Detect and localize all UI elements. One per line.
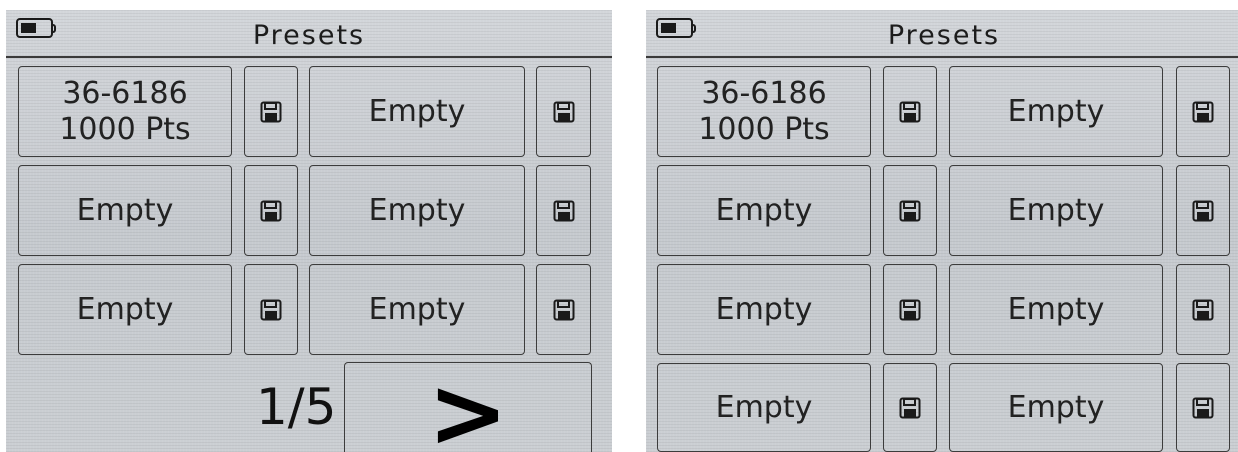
floppy-disk-icon xyxy=(553,299,574,320)
save-preset-3-button[interactable] xyxy=(244,165,298,256)
preset-screen-page-1: Presets 36-6186 1000 Pts Empty Empty Emp… xyxy=(6,10,612,452)
floppy-disk-icon xyxy=(1192,397,1214,418)
preset-name: 36-6186 xyxy=(701,76,827,112)
save-preset-4-button[interactable] xyxy=(1176,165,1230,256)
floppy-disk-icon xyxy=(260,101,282,122)
floppy-disk-icon xyxy=(1192,299,1214,320)
title-bar: Presets xyxy=(646,10,1238,58)
floppy-disk-icon xyxy=(1192,101,1214,122)
title-bar: Presets xyxy=(6,10,612,58)
next-arrow-icon: > xyxy=(427,356,509,452)
preset-screen-page-2: Presets 36-6186 1000 Pts Empty Empty Emp… xyxy=(646,10,1238,452)
save-preset-6-button[interactable] xyxy=(1176,264,1230,355)
preset-slot-2[interactable]: Empty xyxy=(309,66,525,157)
preset-slot-8[interactable]: Empty xyxy=(949,363,1163,452)
preset-slot-7[interactable]: Empty xyxy=(657,363,871,452)
floppy-disk-icon xyxy=(899,397,921,418)
preset-slot-6[interactable]: Empty xyxy=(309,264,525,355)
preset-name: Empty xyxy=(1007,93,1105,129)
preset-name: Empty xyxy=(368,192,466,228)
preset-name: 36-6186 xyxy=(62,76,188,112)
preset-name: Empty xyxy=(368,291,466,327)
preset-slot-3[interactable]: Empty xyxy=(657,165,871,256)
preset-name: Empty xyxy=(1007,291,1105,327)
save-preset-1-button[interactable] xyxy=(883,66,937,157)
preset-name: Empty xyxy=(1007,389,1105,425)
preset-points: 1000 Pts xyxy=(59,111,191,147)
page-indicator: 1/5 xyxy=(256,378,337,436)
save-preset-3-button[interactable] xyxy=(883,165,937,256)
preset-slot-5[interactable]: Empty xyxy=(18,264,232,355)
preset-slot-4[interactable]: Empty xyxy=(309,165,525,256)
preset-slot-5[interactable]: Empty xyxy=(657,264,871,355)
screen-title: Presets xyxy=(252,20,366,51)
preset-slot-2[interactable]: Empty xyxy=(949,66,1163,157)
preset-name: Empty xyxy=(715,192,813,228)
preset-name: Empty xyxy=(715,291,813,327)
save-preset-5-button[interactable] xyxy=(244,264,298,355)
next-page-button[interactable]: > xyxy=(344,362,592,452)
save-preset-1-button[interactable] xyxy=(244,66,298,157)
floppy-disk-icon xyxy=(260,200,282,221)
preset-slot-3[interactable]: Empty xyxy=(18,165,232,256)
screen-title: Presets xyxy=(887,20,1001,51)
floppy-disk-icon xyxy=(899,200,921,221)
preset-slot-1[interactable]: 36-6186 1000 Pts xyxy=(657,66,871,157)
preset-name: Empty xyxy=(76,291,174,327)
preset-name: Empty xyxy=(368,93,466,129)
save-preset-7-button[interactable] xyxy=(883,363,937,452)
preset-slot-1[interactable]: 36-6186 1000 Pts xyxy=(18,66,232,157)
floppy-disk-icon xyxy=(1192,200,1214,221)
preset-name: Empty xyxy=(715,389,813,425)
save-preset-2-button[interactable] xyxy=(536,66,591,157)
save-preset-6-button[interactable] xyxy=(536,264,591,355)
floppy-disk-icon xyxy=(553,101,574,122)
save-preset-8-button[interactable] xyxy=(1176,363,1230,452)
floppy-disk-icon xyxy=(260,299,282,320)
preset-slot-6[interactable]: Empty xyxy=(949,264,1163,355)
floppy-disk-icon xyxy=(553,200,574,221)
save-preset-4-button[interactable] xyxy=(536,165,591,256)
save-preset-2-button[interactable] xyxy=(1176,66,1230,157)
floppy-disk-icon xyxy=(899,299,921,320)
save-preset-5-button[interactable] xyxy=(883,264,937,355)
preset-slot-4[interactable]: Empty xyxy=(949,165,1163,256)
floppy-disk-icon xyxy=(899,101,921,122)
preset-name: Empty xyxy=(76,192,174,228)
preset-name: Empty xyxy=(1007,192,1105,228)
preset-points: 1000 Pts xyxy=(698,111,830,147)
